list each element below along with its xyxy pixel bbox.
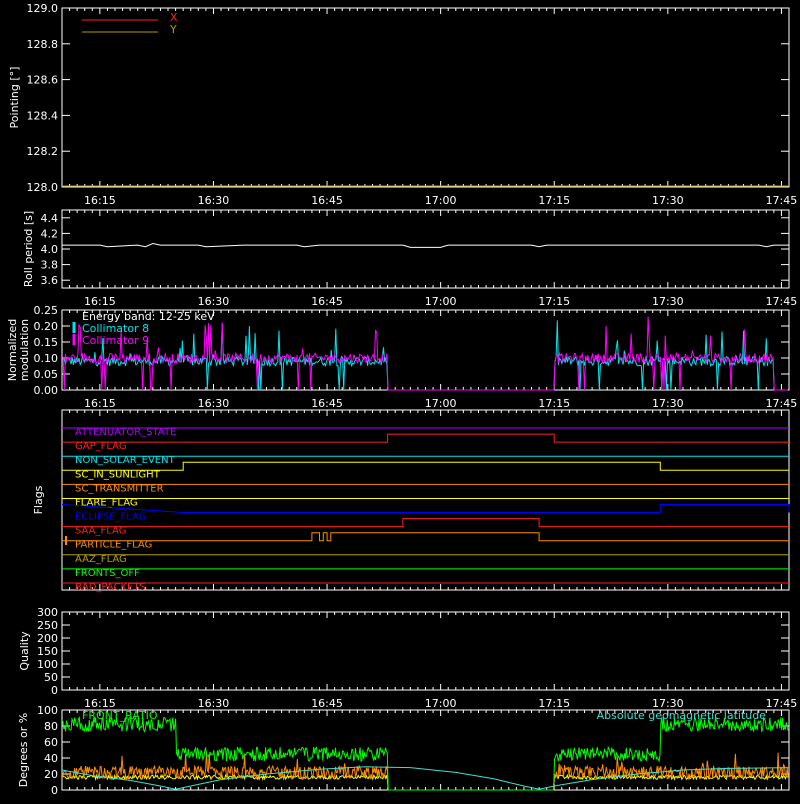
flag-label: ECLIPSE_FLAG [75, 512, 146, 523]
y-tick-label: 50 [44, 671, 58, 684]
y-tick-label: 0.10 [34, 352, 59, 365]
x-tick-label: 17:00 [425, 697, 457, 710]
y-tick-label: 0.20 [34, 320, 59, 333]
y-axis-label: Roll period [s] [22, 211, 35, 287]
y-tick-label: 20 [44, 768, 58, 781]
x-tick-label: 17:15 [538, 194, 570, 207]
flag-label: SC_IN_SUNLIGHT [75, 469, 161, 480]
y-tick-label: 100 [37, 658, 58, 671]
x-tick-label: 16:15 [84, 295, 116, 308]
y-tick-label: 300 [37, 606, 58, 619]
legend-entry: Absolute geomagnetic latitude [597, 709, 767, 722]
x-tick-label: 17:30 [652, 295, 684, 308]
y-tick-label: 128.4 [27, 109, 59, 122]
x-tick-label: 16:30 [198, 697, 230, 710]
y-tick-label: 0.00 [34, 384, 59, 397]
flag-label: NON_SOLAR_EVENT [75, 455, 176, 466]
x-tick-label: 16:30 [198, 397, 230, 410]
y-tick-label: 128.8 [27, 38, 59, 51]
flag-label: FRONTS_OFF [75, 568, 140, 579]
y-axis-label: modulation [18, 319, 31, 381]
legend-entry: FRONT_RATIO [82, 709, 158, 722]
y-tick-label: 129.0 [27, 2, 59, 15]
y-tick-label: 128.0 [27, 181, 59, 194]
x-tick-label: 16:30 [198, 194, 230, 207]
y-tick-label: 250 [37, 619, 58, 632]
y-tick-label: 40 [44, 752, 58, 765]
flag-label: ATTENUATOR_STATE [75, 427, 176, 438]
y-tick-label: 80 [44, 720, 58, 733]
flag-label: PARTICLE_FLAG [75, 540, 152, 551]
flag-label: SAA_FLAG [75, 526, 126, 537]
y-tick-label: 4.4 [41, 212, 59, 225]
flag-label: FLARE_FLAG [75, 497, 138, 508]
y-tick-label: 0.15 [34, 336, 59, 349]
x-tick-label: 17:00 [425, 194, 457, 207]
x-tick-label: 16:45 [311, 397, 343, 410]
x-tick-label: 17:45 [766, 697, 798, 710]
x-tick-label: 17:15 [538, 397, 570, 410]
x-tick-label: 16:45 [311, 697, 343, 710]
y-tick-label: 128.2 [27, 145, 59, 158]
lightcurve-figure: 128.0 128.2 128.4 128.6 128.8 129.0 Pointing [… [0, 0, 800, 800]
y-tick-label: 0 [51, 784, 58, 797]
x-tick-label: 16:15 [84, 194, 116, 207]
x-tick-label: 17:45 [766, 397, 798, 410]
x-tick-label: 17:15 [538, 697, 570, 710]
y-tick-label: 0.25 [34, 304, 59, 317]
y-tick-label: 60 [44, 736, 58, 749]
legend-entry: Collimator 9 [82, 334, 149, 347]
y-tick-label: 200 [37, 632, 58, 645]
x-tick-label: 16:45 [311, 295, 343, 308]
flag-label: GAP_FLAG [75, 441, 127, 452]
legend-entry: Y [169, 23, 177, 36]
y-tick-label: 100 [37, 704, 58, 717]
y-axis-label: Flags [32, 485, 45, 514]
y-tick-label: 4.2 [41, 227, 59, 240]
y-axis-label: Pointing [°] [8, 67, 21, 129]
x-tick-label: 16:45 [311, 194, 343, 207]
x-tick-label: 16:15 [84, 397, 116, 410]
y-tick-label: 150 [37, 645, 58, 658]
x-tick-label: 17:00 [425, 295, 457, 308]
x-tick-label: 17:45 [766, 194, 798, 207]
y-tick-label: 3.8 [41, 259, 59, 272]
x-tick-label: 17:45 [766, 295, 798, 308]
x-tick-label: 16:30 [198, 295, 230, 308]
y-tick-label: 4.0 [41, 243, 59, 256]
flag-label: BAD_PACKETS [75, 582, 146, 593]
flag-label: SC_TRANSMITTER [75, 483, 164, 494]
flag-label: AAZ_FLAG [75, 554, 127, 565]
y-tick-label: 0.05 [34, 368, 59, 381]
x-tick-label: 17:30 [652, 397, 684, 410]
y-axis-label: Quality [18, 631, 31, 671]
y-tick-label: 3.6 [41, 274, 59, 287]
y-tick-label: 128.6 [27, 74, 59, 87]
x-tick-label: 17:30 [652, 194, 684, 207]
x-tick-label: 17:15 [538, 295, 570, 308]
y-tick-label: 0 [51, 684, 58, 697]
y-axis-label: Degrees or % [17, 713, 30, 787]
x-tick-label: 17:00 [425, 397, 457, 410]
